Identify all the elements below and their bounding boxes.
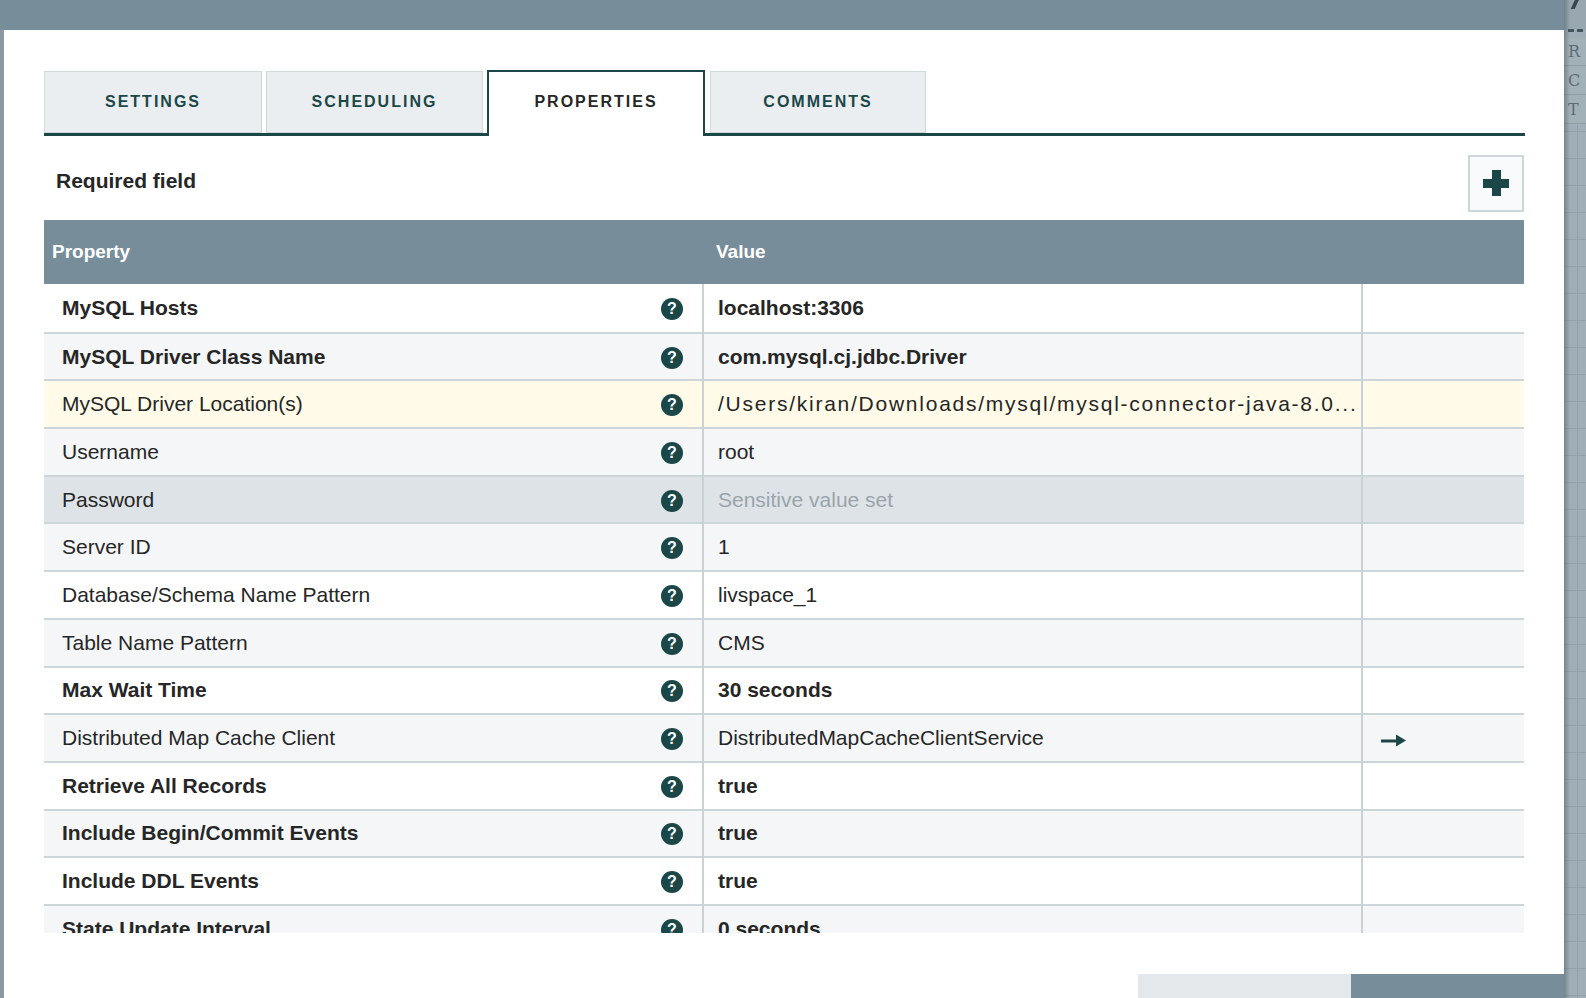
column-divider-2 bbox=[1361, 284, 1363, 933]
property-value[interactable]: Sensitive value set bbox=[718, 488, 1358, 512]
property-row: Username? root bbox=[44, 427, 1524, 475]
add-property-button[interactable] bbox=[1468, 155, 1524, 212]
column-header-property: Property bbox=[52, 220, 130, 284]
cancel-button-clipped[interactable] bbox=[1138, 974, 1351, 998]
help-icon[interactable]: ? bbox=[661, 871, 683, 893]
table-header: Property Value bbox=[44, 220, 1524, 284]
tab-underline bbox=[44, 133, 1525, 136]
property-value[interactable]: true bbox=[718, 821, 1358, 845]
help-icon[interactable]: ? bbox=[661, 680, 683, 702]
property-value[interactable]: /Users/kiran/Downloads/mysql/mysql-conne… bbox=[718, 392, 1358, 416]
property-row: Password? Sensitive value set bbox=[44, 475, 1524, 523]
property-name: Database/Schema Name Pattern bbox=[62, 583, 370, 607]
property-row: Distributed Map Cache Client? Distributed… bbox=[44, 713, 1524, 761]
help-icon[interactable]: ? bbox=[661, 537, 683, 559]
properties-table: Property Value MySQL Hosts? localhost:330… bbox=[44, 220, 1524, 933]
dialog-shadow bbox=[1564, 0, 1570, 998]
help-icon[interactable]: ? bbox=[661, 776, 683, 798]
property-name: MySQL Driver Location(s) bbox=[62, 392, 303, 416]
property-value[interactable]: 1 bbox=[718, 535, 1358, 559]
property-name: Include Begin/Commit Events bbox=[62, 821, 358, 845]
background-dash bbox=[1577, 29, 1583, 32]
property-row: Retrieve All Records? true bbox=[44, 761, 1524, 809]
property-value[interactable]: com.mysql.cj.jdbc.Driver bbox=[718, 345, 1358, 369]
help-icon[interactable]: ? bbox=[661, 442, 683, 464]
property-name: Retrieve All Records bbox=[62, 774, 267, 798]
plus-icon-bar bbox=[1492, 170, 1501, 196]
property-name: Username bbox=[62, 440, 159, 464]
property-value[interactable]: livspace_1 bbox=[718, 583, 1358, 607]
property-name: Server ID bbox=[62, 535, 151, 559]
help-icon[interactable]: ? bbox=[661, 823, 683, 845]
background-canvas-strip: RCT bbox=[1564, 0, 1586, 998]
column-divider-1 bbox=[702, 284, 704, 933]
tab-comments[interactable]: COMMENTS bbox=[710, 71, 926, 133]
tab-scheduling[interactable]: SCHEDULING bbox=[266, 71, 483, 133]
help-icon[interactable]: ? bbox=[661, 919, 683, 933]
help-icon[interactable]: ? bbox=[661, 347, 683, 369]
tab-properties[interactable]: PROPERTIES bbox=[487, 70, 705, 136]
property-name: Table Name Pattern bbox=[62, 631, 248, 655]
help-icon[interactable]: ? bbox=[661, 298, 683, 320]
property-row: Server ID? 1 bbox=[44, 522, 1524, 570]
apply-button-clipped[interactable] bbox=[1351, 974, 1564, 998]
property-value[interactable]: localhost:3306 bbox=[718, 296, 1358, 320]
property-value[interactable]: 0 seconds bbox=[718, 917, 1358, 933]
backdrop-top-band bbox=[0, 0, 1564, 30]
property-name: Include DDL Events bbox=[62, 869, 259, 893]
property-name: Max Wait Time bbox=[62, 678, 207, 702]
help-icon[interactable]: ? bbox=[661, 585, 683, 607]
goto-service-arrow-icon[interactable] bbox=[1381, 735, 1406, 748]
property-name: MySQL Hosts bbox=[62, 296, 198, 320]
property-row: MySQL Driver Class Name? com.mysql.cj.jdb… bbox=[44, 332, 1524, 380]
required-field-label: Required field bbox=[56, 169, 196, 193]
help-icon[interactable]: ? bbox=[661, 490, 683, 512]
help-icon[interactable]: ? bbox=[661, 633, 683, 655]
property-value[interactable]: CMS bbox=[718, 631, 1358, 655]
property-value[interactable]: root bbox=[718, 440, 1358, 464]
property-name: State Update Interval bbox=[62, 917, 271, 933]
property-row: MySQL Hosts? localhost:3306 bbox=[44, 284, 1524, 332]
help-icon[interactable]: ? bbox=[661, 728, 683, 750]
property-row: Include Begin/Commit Events? true bbox=[44, 809, 1524, 857]
property-value[interactable]: DistributedMapCacheClientService bbox=[718, 726, 1358, 750]
property-row: Include DDL Events? true bbox=[44, 856, 1524, 904]
column-header-value: Value bbox=[716, 220, 766, 284]
property-row: MySQL Driver Location(s)? /Users/kiran/Do… bbox=[44, 379, 1524, 427]
help-icon[interactable]: ? bbox=[661, 394, 683, 416]
tab-settings[interactable]: SETTINGS bbox=[44, 71, 262, 133]
property-name: MySQL Driver Class Name bbox=[62, 345, 325, 369]
property-row: Database/Schema Name Pattern? livspace_1 bbox=[44, 570, 1524, 618]
property-value[interactable]: 30 seconds bbox=[718, 678, 1358, 702]
property-name: Password bbox=[62, 488, 154, 512]
property-row: Table Name Pattern? CMS bbox=[44, 618, 1524, 666]
property-value[interactable]: true bbox=[718, 869, 1358, 893]
property-value[interactable]: true bbox=[718, 774, 1358, 798]
property-row: State Update Interval? 0 seconds bbox=[44, 904, 1524, 933]
property-row: Max Wait Time? 30 seconds bbox=[44, 666, 1524, 714]
property-name: Distributed Map Cache Client bbox=[62, 726, 335, 750]
